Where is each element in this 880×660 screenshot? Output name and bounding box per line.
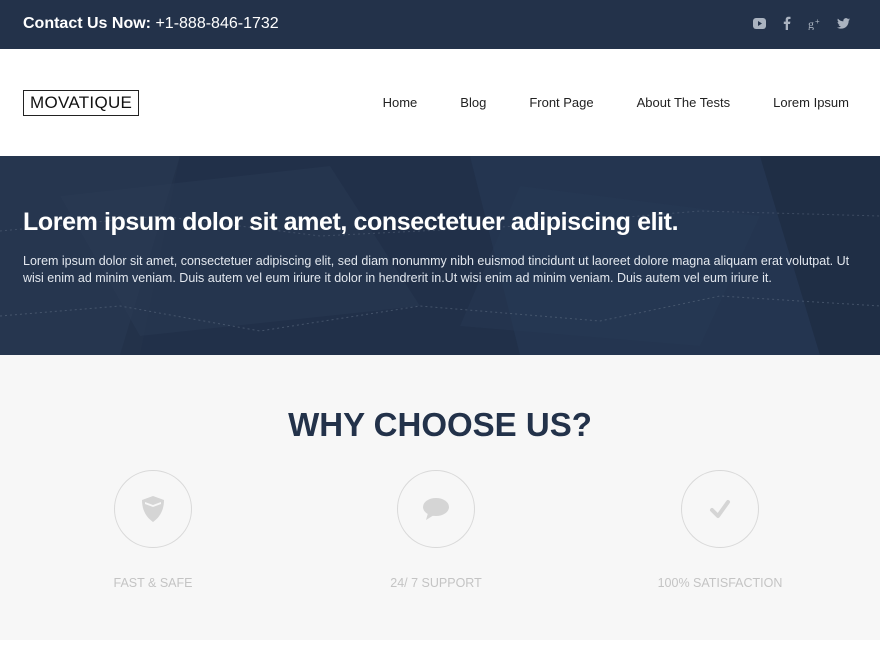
feature-support: 24/ 7 SUPPORT bbox=[336, 470, 536, 591]
why-choose-us-section: WHY CHOOSE US? FAST & SAFE 24/ 7 SUPPORT… bbox=[0, 355, 880, 640]
top-bar: Contact Us Now: +1-888-846-1732 g + bbox=[0, 0, 880, 49]
svg-text:g: g bbox=[808, 17, 814, 30]
section-title: WHY CHOOSE US? bbox=[288, 406, 592, 443]
svg-text:+: + bbox=[815, 17, 820, 26]
contact-info: Contact Us Now: +1-888-846-1732 bbox=[23, 14, 279, 34]
feature-icon-circle bbox=[114, 470, 192, 548]
nav-item-home[interactable]: Home bbox=[383, 94, 418, 112]
hero-section: Lorem ipsum dolor sit amet, consectetuer… bbox=[0, 156, 880, 355]
main-nav: Home Blog Front Page About The Tests Lor… bbox=[340, 94, 849, 112]
feature-label: FAST & SAFE bbox=[113, 576, 193, 590]
site-header: MOVATIQUE Home Blog Front Page About The… bbox=[0, 49, 880, 156]
hero-title: Lorem ipsum dolor sit amet, consectetuer… bbox=[23, 208, 679, 236]
nav-item-front-page[interactable]: Front Page bbox=[529, 94, 593, 112]
google-plus-icon[interactable]: g + bbox=[808, 14, 822, 32]
chat-bubble-icon bbox=[423, 498, 449, 520]
nav-item-about-the-tests[interactable]: About The Tests bbox=[637, 94, 730, 112]
feature-icon-circle bbox=[397, 470, 475, 548]
site-logo[interactable]: MOVATIQUE bbox=[23, 90, 140, 116]
page-bottom-strip bbox=[0, 640, 880, 660]
facebook-icon[interactable] bbox=[780, 14, 794, 32]
hero-description: Lorem ipsum dolor sit amet, consectetuer… bbox=[23, 254, 850, 285]
feature-fast-safe: FAST & SAFE bbox=[53, 470, 253, 591]
social-links: g + bbox=[752, 14, 850, 32]
twitter-icon[interactable] bbox=[836, 14, 850, 32]
contact-label: Contact Us Now: bbox=[23, 15, 151, 32]
checkmark-icon bbox=[710, 500, 730, 518]
feature-label: 100% SATISFACTION bbox=[657, 576, 783, 590]
nav-item-blog[interactable]: Blog bbox=[460, 94, 486, 112]
feature-satisfaction: 100% SATISFACTION bbox=[620, 470, 820, 591]
phone-number[interactable]: +1-888-846-1732 bbox=[155, 15, 278, 32]
feature-label: 24/ 7 SUPPORT bbox=[390, 576, 482, 590]
nav-item-lorem-ipsum[interactable]: Lorem Ipsum bbox=[773, 94, 849, 112]
feature-icon-circle bbox=[681, 470, 759, 548]
youtube-icon[interactable] bbox=[752, 14, 766, 32]
shield-icon bbox=[142, 496, 164, 522]
